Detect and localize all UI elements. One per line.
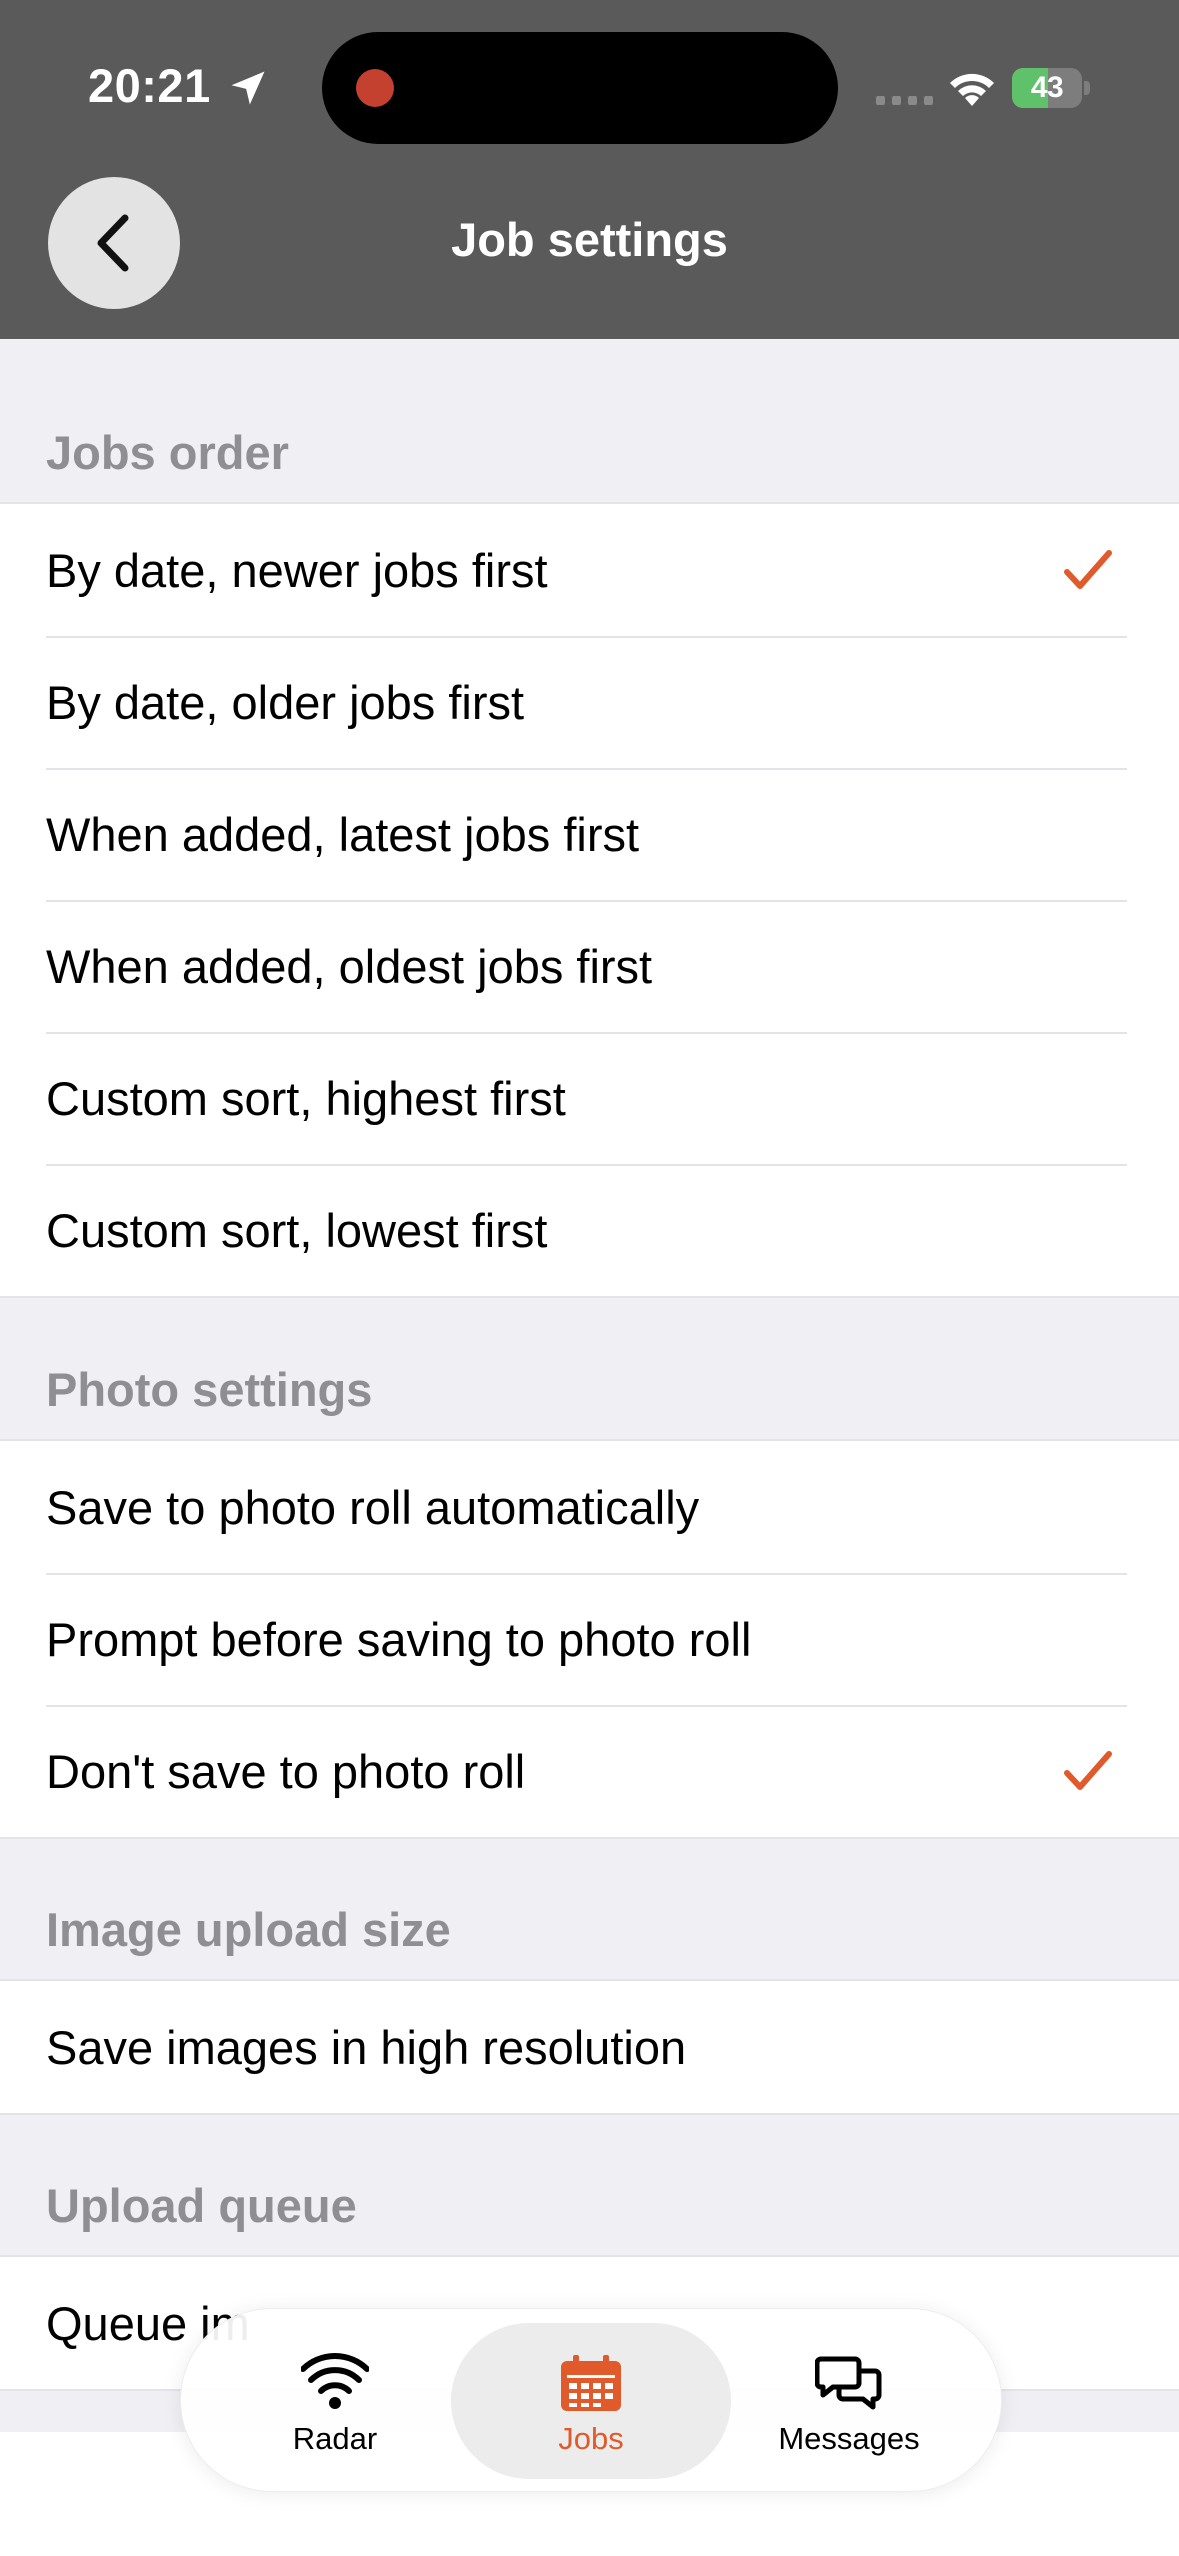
tab-bar: Radar Jobs Messages xyxy=(180,2308,1002,2492)
location-arrow-icon xyxy=(231,71,265,105)
option-dont-save[interactable]: Don't save to photo roll xyxy=(0,1705,1179,1837)
option-save-automatically[interactable]: Save to photo roll automatically xyxy=(0,1441,1179,1573)
option-prompt-before-saving[interactable]: Prompt before saving to photo roll xyxy=(0,1573,1179,1705)
option-label: Custom sort, lowest first xyxy=(46,1203,548,1257)
option-label: When added, latest jobs first xyxy=(46,807,640,861)
tab-label: Messages xyxy=(778,2421,920,2456)
cellular-signal-icon xyxy=(876,96,933,105)
option-label: By date, older jobs first xyxy=(46,675,525,729)
recording-indicator xyxy=(356,69,394,107)
option-label: Custom sort, highest first xyxy=(46,1071,566,1125)
tab-messages[interactable]: Messages xyxy=(709,2323,989,2479)
option-when-added-latest[interactable]: When added, latest jobs first xyxy=(0,768,1179,900)
tab-label: Radar xyxy=(292,2421,378,2456)
tab-jobs[interactable]: Jobs xyxy=(451,2323,731,2479)
page-title: Job settings xyxy=(451,213,728,266)
option-label: Save to photo roll automatically xyxy=(46,1480,700,1534)
option-by-date-newer[interactable]: By date, newer jobs first xyxy=(0,504,1179,636)
tab-radar[interactable]: Radar xyxy=(195,2323,475,2479)
battery-indicator: 43 xyxy=(1012,68,1090,108)
option-custom-lowest[interactable]: Custom sort, lowest first xyxy=(0,1164,1179,1296)
calendar-icon xyxy=(561,2355,621,2411)
wifi-icon xyxy=(301,2353,369,2409)
option-high-resolution[interactable]: Save images in high resolution xyxy=(0,1981,1179,2113)
option-label: Prompt before saving to photo roll xyxy=(46,1612,752,1666)
navigation-header: 20:21 43 Job settings xyxy=(0,0,1179,339)
photo-settings-group: Save to photo roll automatically Prompt … xyxy=(0,1439,1179,1839)
dynamic-island xyxy=(322,32,838,144)
option-label: By date, newer jobs first xyxy=(46,543,548,597)
option-label: Don't save to photo roll xyxy=(46,1744,526,1798)
checkmark-icon xyxy=(1064,550,1112,589)
option-label: When added, oldest jobs first xyxy=(46,939,653,993)
jobs-order-group: By date, newer jobs first By date, older… xyxy=(0,502,1179,1298)
section-header-photo-settings: Photo settings xyxy=(46,1363,373,1416)
option-when-added-oldest[interactable]: When added, oldest jobs first xyxy=(0,900,1179,1032)
tab-label: Jobs xyxy=(558,2421,624,2456)
checkmark-icon xyxy=(1064,1751,1112,1790)
image-upload-size-group: Save images in high resolution xyxy=(0,1979,1179,2115)
status-bar: 20:21 43 xyxy=(0,0,1179,170)
option-by-date-older[interactable]: By date, older jobs first xyxy=(0,636,1179,768)
status-time: 20:21 xyxy=(88,59,211,112)
battery-level: 43 xyxy=(1030,71,1064,104)
option-custom-highest[interactable]: Custom sort, highest first xyxy=(0,1032,1179,1164)
wifi-status-icon xyxy=(950,73,994,106)
section-header-upload-queue: Upload queue xyxy=(46,2179,357,2232)
section-header-jobs-order: Jobs order xyxy=(46,426,289,479)
option-label: Save images in high resolution xyxy=(46,2020,687,2074)
section-header-image-upload-size: Image upload size xyxy=(46,1903,451,1956)
chat-bubbles-icon xyxy=(815,2356,882,2410)
